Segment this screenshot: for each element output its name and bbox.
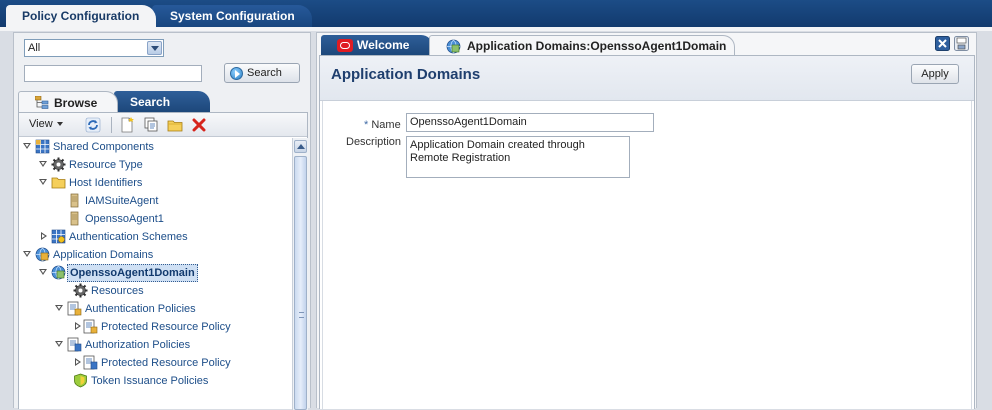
expand-toggle-icon[interactable] (39, 178, 48, 187)
content-panel: Welcome Application Domains:OpenssoAgent… (316, 32, 977, 410)
tree-scrollbar[interactable] (292, 138, 308, 410)
tree-item-label: Resources (91, 285, 144, 297)
shield-icon (74, 373, 87, 388)
collapse-toggle-icon[interactable] (39, 232, 48, 241)
tree-item-label: Token Issuance Policies (91, 375, 209, 387)
tree-item-label: Host Identifiers (69, 177, 143, 189)
scroll-thumb[interactable] (294, 156, 307, 410)
policy-document-icon (67, 301, 82, 316)
window-edge (979, 32, 992, 408)
page-title: Application Domains (331, 66, 481, 83)
refresh-icon[interactable] (85, 117, 101, 133)
server-icon (70, 193, 79, 208)
top-navigation-bar: System Configuration Policy Configuratio… (0, 0, 992, 27)
name-field[interactable]: OpenssoAgent1Domain (406, 113, 654, 132)
browse-panel: View Shared Components Resource Type Hos… (18, 112, 308, 410)
view-menu[interactable]: View (29, 118, 63, 130)
search-button-label: Search (247, 67, 282, 79)
collapse-toggle-icon[interactable] (73, 358, 82, 367)
tab-policy-configuration[interactable]: Policy Configuration (6, 5, 156, 27)
tree-item-label: OpenssoAgent1Domain (67, 264, 198, 282)
tab-search[interactable]: Search (114, 91, 210, 113)
expand-toggle-icon[interactable] (55, 340, 64, 349)
authorization-document-icon (83, 355, 98, 370)
tab-system-configuration-label: System Configuration (170, 9, 295, 23)
tree-item-label: Authentication Policies (85, 303, 196, 315)
tab-welcome-label: Welcome (357, 38, 410, 52)
scroll-up-icon[interactable] (294, 140, 307, 153)
chevron-down-icon[interactable] (147, 41, 162, 55)
filter-select-value: All (28, 42, 41, 54)
tab-system-configuration[interactable]: System Configuration (152, 5, 312, 27)
expand-toggle-icon[interactable] (39, 268, 48, 277)
toolbar-separator (111, 117, 112, 133)
tab-application-domain-label: Application Domains:OpenssoAgent1Domain (467, 39, 727, 53)
folder-icon (51, 177, 66, 189)
oracle-logo-icon (337, 39, 353, 52)
close-tab-icon[interactable] (935, 36, 950, 51)
grid-components-icon (35, 139, 50, 154)
delete-icon[interactable] (191, 117, 207, 133)
tree-item-label: OpenssoAgent1 (85, 213, 164, 225)
tab-browse-label: Browse (54, 96, 98, 110)
save-icon[interactable] (954, 36, 969, 51)
nav-separator (0, 27, 992, 31)
tree-item-label: Resource Type (69, 159, 143, 171)
application-domain-form: Application Domains Apply * Name Opensso… (319, 55, 975, 410)
expand-toggle-icon[interactable] (23, 142, 32, 151)
expand-toggle-icon[interactable] (39, 160, 48, 169)
go-arrow-icon (230, 67, 243, 80)
new-page-icon[interactable] (119, 117, 135, 133)
tree-item-label: Authorization Policies (85, 339, 191, 351)
server-icon (70, 211, 79, 226)
tab-search-label: Search (130, 95, 171, 109)
tab-application-domain[interactable]: Application Domains:OpenssoAgent1Domain (429, 35, 735, 56)
navigation-panel: All Search Search Browse View Shared Com… (13, 32, 311, 410)
tab-welcome[interactable]: Welcome (321, 35, 433, 56)
gear-icon (51, 157, 66, 172)
search-input[interactable] (24, 65, 202, 82)
globe-domain-icon (51, 265, 66, 280)
globe-domain-icon (35, 247, 50, 262)
tab-policy-configuration-label: Policy Configuration (22, 9, 140, 23)
tree-item-label: Protected Resource Policy (101, 321, 231, 333)
description-field[interactable]: Application Domain created through Remot… (406, 136, 630, 178)
tree-hierarchy-icon (35, 96, 49, 109)
form-header: Application Domains Apply (320, 56, 974, 101)
policy-tree: Shared Components Resource Type Host Ide… (19, 138, 291, 410)
scroll-grip-icon (299, 312, 304, 318)
tree-item-label: Authentication Schemes (69, 231, 188, 243)
description-label: Description (346, 136, 402, 148)
tree-item-label: IAMSuiteAgent (85, 195, 159, 207)
tree-item-label: Protected Resource Policy (101, 357, 231, 369)
schemes-icon (51, 229, 66, 244)
tree-item-label: Application Domains (53, 249, 154, 261)
name-label: * Name (364, 119, 401, 131)
name-label-text: Name (371, 119, 401, 131)
required-indicator: * (364, 119, 369, 131)
folder-icon[interactable] (167, 117, 183, 133)
gear-icon (73, 283, 88, 298)
tree-toolbar: View (19, 113, 307, 137)
expand-toggle-icon[interactable] (55, 304, 64, 313)
expand-toggle-icon[interactable] (23, 250, 32, 259)
duplicate-icon[interactable] (143, 117, 159, 133)
policy-document-icon (83, 319, 98, 334)
tree-item-label: Shared Components (53, 141, 154, 153)
search-button[interactable]: Search (224, 63, 300, 83)
apply-button[interactable]: Apply (911, 64, 959, 84)
authorization-document-icon (67, 337, 82, 352)
collapse-toggle-icon[interactable] (73, 322, 82, 331)
filter-select[interactable]: All (24, 39, 164, 57)
globe-domain-icon (446, 39, 461, 54)
tab-browse[interactable]: Browse (18, 91, 118, 113)
